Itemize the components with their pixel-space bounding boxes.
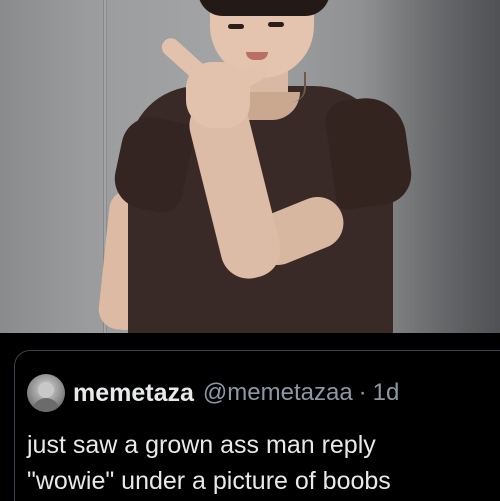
separator-dot: · [358,379,367,406]
display-name[interactable]: memetaza [73,379,194,408]
person-hair [198,0,330,16]
tweet-text-line: just saw a grown ass man reply [27,431,376,459]
person-left-eye [228,24,244,29]
quoted-tweet-card[interactable]: memetaza @memetazaa · 1d just saw a grow… [14,350,500,501]
tweet-header: memetaza @memetazaa · 1d [27,373,399,413]
attached-photo[interactable] [0,0,500,333]
tweet-text: just saw a grown ass man reply "wowie" u… [27,427,497,499]
tweet-timestamp[interactable]: 1d [373,379,400,407]
avatar-face [38,382,54,398]
avatar[interactable] [27,374,65,412]
tweet-text-line: "wowie" under a picture of boobs [27,467,391,495]
user-handle[interactable]: @memetazaa [203,379,353,407]
person-right-eye [268,22,284,27]
avatar-body [32,398,60,412]
